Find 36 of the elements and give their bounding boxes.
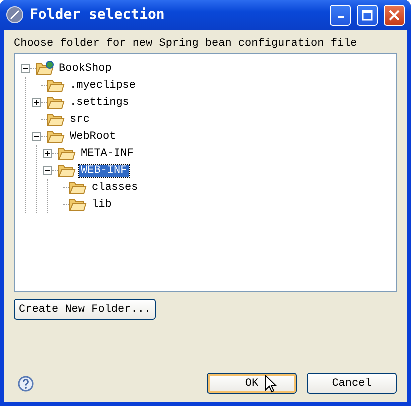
maximize-button[interactable] <box>357 4 378 26</box>
tree-item[interactable]: WebRoot <box>68 130 118 142</box>
create-folder-button[interactable]: Create New Folder... <box>14 299 156 320</box>
ok-button[interactable]: OK <box>207 373 297 394</box>
folder-icon <box>58 164 76 178</box>
tree-item[interactable]: .settings <box>68 96 132 108</box>
tree-item[interactable]: src <box>68 114 92 126</box>
app-icon <box>6 6 24 24</box>
expand-icon[interactable] <box>32 98 41 107</box>
close-icon <box>389 10 400 20</box>
cancel-button[interactable]: Cancel <box>307 373 397 394</box>
tree-item[interactable]: WEB-INF <box>79 164 130 176</box>
folder-icon <box>58 146 76 160</box>
project-icon <box>36 61 54 76</box>
collapse-icon[interactable] <box>21 64 30 73</box>
folder-icon <box>47 78 65 92</box>
tree-item[interactable]: classes <box>90 182 140 194</box>
cursor-icon <box>265 375 277 393</box>
maximize-icon <box>362 10 373 20</box>
prompt-label: Choose folder for new Spring bean configuration file <box>14 38 358 50</box>
expand-icon[interactable] <box>43 149 52 158</box>
help-icon[interactable] <box>18 376 34 392</box>
folder-icon <box>47 130 65 144</box>
close-button[interactable] <box>384 4 405 26</box>
folder-icon <box>69 198 87 212</box>
collapse-icon[interactable] <box>43 166 52 175</box>
tree-item[interactable]: BookShop <box>57 62 114 74</box>
window-title: Folder selection <box>30 7 166 23</box>
tree-item[interactable]: lib <box>90 198 114 210</box>
folder-icon <box>47 96 65 110</box>
collapse-icon[interactable] <box>32 132 41 141</box>
folder-icon <box>47 112 65 126</box>
minimize-button[interactable] <box>330 4 351 26</box>
tree-item[interactable]: .myeclipse <box>68 80 138 92</box>
tree-item[interactable]: META-INF <box>79 148 136 160</box>
folder-icon <box>69 180 87 194</box>
